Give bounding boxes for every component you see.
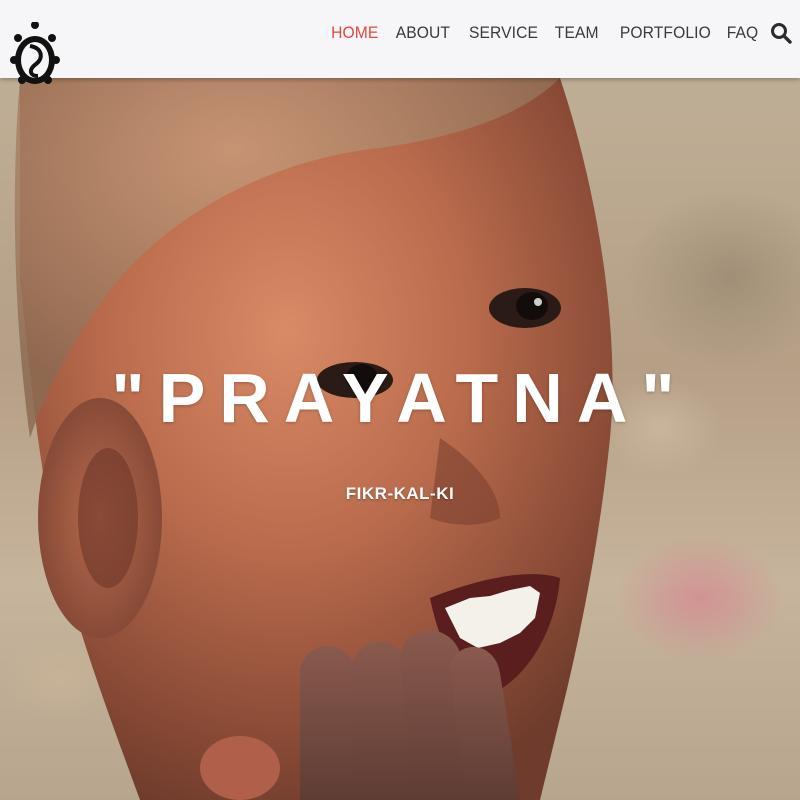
- hero-subtitle: FIKR-KAL-KI: [345, 484, 455, 503]
- nav-portfolio[interactable]: PORTFOLIO: [620, 23, 711, 43]
- hero-section: "PRAYATNA" FIKR-KAL-KI: [0, 78, 800, 800]
- turtle-logo-icon[interactable]: [8, 21, 62, 102]
- hero-title: "PRAYATNA": [111, 359, 689, 437]
- nav-about[interactable]: ABOUT: [396, 23, 450, 43]
- nav-faq[interactable]: FAQ: [726, 23, 758, 43]
- nav-team[interactable]: TEAM: [555, 23, 599, 43]
- hero-photo-child: [14, 78, 613, 800]
- nav-service[interactable]: SERVICE: [469, 23, 538, 43]
- nav-home[interactable]: HOME: [331, 23, 378, 43]
- navbar: HOME ABOUT SERVICE TEAM PORTFOLIO FAQ: [0, 0, 800, 84]
- nav-menu: HOME ABOUT SERVICE TEAM PORTFOLIO FAQ: [314, 20, 792, 46]
- search-icon[interactable]: [770, 22, 792, 44]
- page: "PRAYATNA" FIKR-KAL-KI HOME ABOUT SERVIC: [0, 0, 800, 800]
